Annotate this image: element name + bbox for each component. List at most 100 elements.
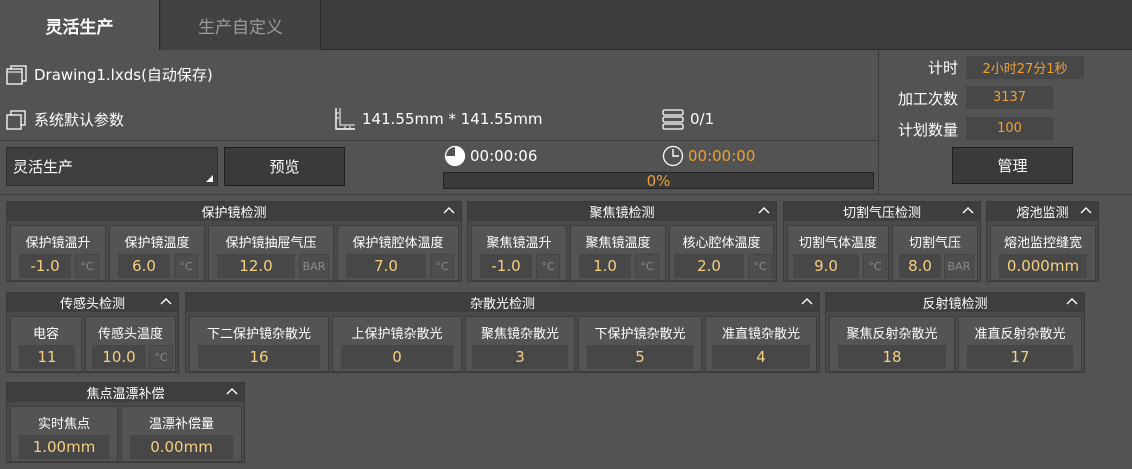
file-icon [6,64,27,85]
metric-value: -1.0 [19,254,71,278]
mode-select[interactable]: 灵活生产 [6,147,218,186]
metric-label: 保护镜温度 [124,236,190,251]
panel-header: 反射镜检测 [826,293,1084,312]
panel-title: 熔池监测 [1016,206,1069,221]
metric-label: 准直反射杂散光 [974,327,1066,342]
metric-unit: °C [174,254,198,278]
file-info: Drawing1.lxds(自动保存) [6,64,213,85]
panel-title: 聚焦镜检测 [589,206,655,221]
divider [0,194,1132,195]
collapse-icon[interactable] [1080,204,1092,216]
metric-cell: 保护镜腔体温度 7.0 °C [337,225,459,281]
metric-value: -1.0 [480,254,532,278]
metric-label: 保护镜腔体温度 [352,236,444,251]
remaining-time: 00:00:00 [688,147,756,165]
metric-value: 10.0 [92,345,146,369]
metric-label: 聚焦反射杂散光 [846,327,938,342]
metric-label: 上保护镜杂散光 [351,327,443,342]
metric-value: 18 [838,345,946,369]
panel-melt-pool: 熔池监测 熔池监控缝宽 0.000mm [986,201,1099,282]
panel-stray-light: 杂散光检测 下二保护镜杂散光 16 上保护镜杂散光 0 聚焦镜杂散光 3 下保护… [185,292,820,373]
metric-cell: 准直反射杂散光 17 [958,316,1082,372]
file-name: Drawing1.lxds(自动保存) [34,66,213,84]
metric-value: 17 [967,345,1073,369]
count-label: 加工次数 [897,90,958,108]
dropdown-arrow-icon [206,175,213,182]
metric-unit: °C [748,254,772,278]
metric-value: 7.0 [346,254,426,278]
metric-unit: °C [863,254,887,278]
metric-cell: 上保护镜杂散光 0 [332,316,462,372]
metric-cell: 下二保护镜杂散光 16 [189,316,329,372]
collapse-icon[interactable] [962,204,974,216]
panel-header: 熔池监测 [987,202,1098,221]
progress-bar: 0% [443,172,874,190]
metric-cell: 熔池监控缝宽 0.000mm [990,225,1096,281]
divider [0,140,878,141]
clock-icon [662,145,684,167]
collapse-icon[interactable] [443,204,455,216]
preview-button[interactable]: 预览 [224,147,345,186]
metric-label: 温漂补偿量 [148,417,214,432]
timer-value: 2小时27分1秒 [966,56,1084,79]
metric-cell: 聚焦镜温升 -1.0 °C [471,225,567,281]
metric-value: 4 [712,345,810,369]
metric-value: 0 [341,345,453,369]
pie-clock-icon [444,145,466,167]
panel-reflector: 反射镜检测 聚焦反射杂散光 18 准直反射杂散光 17 [825,292,1085,373]
metric-cell: 切割气压 8.0 BAR [892,225,978,281]
metric-label: 聚焦镜温升 [486,236,552,251]
metric-cell: 聚焦反射杂散光 18 [829,316,955,372]
panel-focal-drift: 焦点温漂补偿 实时焦点 1.00mm 温漂补偿量 0.00mm [6,382,245,463]
panel-title: 保护镜检测 [201,206,267,221]
metric-value: 6.0 [118,254,170,278]
metric-value: 3 [472,345,568,369]
metric-cell: 传感头温度 10.0 °C [85,316,176,372]
panel-header: 保护镜检测 [7,202,461,221]
metric-unit: °C [536,254,560,278]
metric-unit: °C [430,254,454,278]
metric-label: 电容 [32,327,59,342]
layers-info: 0/1 [662,108,714,130]
tab-production-custom[interactable]: 生产自定义 [161,0,321,50]
tab-flexible-production[interactable]: 灵活生产 [0,0,160,50]
panel-title: 切割气压检测 [842,206,921,221]
metric-label: 下保护镜杂散光 [594,327,686,342]
metric-value: 9.0 [793,254,859,278]
collapse-icon[interactable] [758,204,770,216]
metric-value: 1.00mm [19,435,109,459]
metric-label: 下二保护镜杂散光 [206,327,311,342]
panel-title: 杂散光检测 [469,297,535,312]
metric-label: 切割气压 [908,236,961,251]
metric-label: 保护镜温升 [25,236,91,251]
metric-value: 1.0 [579,254,631,278]
collapse-icon[interactable] [226,385,238,397]
panel-sensor-head: 传感头检测 电容 11 传感头温度 10.0 °C [6,292,179,373]
panel-focus-mirror: 聚焦镜检测 聚焦镜温升 -1.0 °C 聚焦镜温度 1.0 °C 核心腔体温度 … [467,201,777,282]
metric-label: 核心腔体温度 [682,236,761,251]
params-info: 系统默认参数 [6,109,124,130]
collapse-icon[interactable] [160,295,172,307]
manage-button[interactable]: 管理 [952,147,1073,184]
panel-header: 聚焦镜检测 [468,202,776,221]
metric-value: 11 [19,345,75,369]
panel-cutting-gas: 切割气压检测 切割气体温度 9.0 °C 切割气压 8.0 BAR [783,201,981,282]
panel-title: 焦点温漂补偿 [86,387,165,402]
plan-label: 计划数量 [897,121,958,139]
collapse-icon[interactable] [801,295,813,307]
metric-label: 聚焦镜杂散光 [480,327,559,342]
metric-label: 聚焦镜温度 [585,236,651,251]
metric-label: 准直镜杂散光 [721,327,800,342]
count-value: 3137 [966,86,1053,109]
metric-cell: 温漂补偿量 0.00mm [121,406,242,462]
metric-cell: 准直镜杂散光 4 [705,316,817,372]
metric-unit: °C [635,254,659,278]
metric-label: 实时焦点 [37,417,90,432]
panel-header: 焦点温漂补偿 [7,383,244,402]
metric-unit: °C [75,254,99,278]
metric-cell: 实时焦点 1.00mm [10,406,118,462]
collapse-icon[interactable] [1066,295,1078,307]
layers-icon [662,109,684,130]
metric-label: 切割气体温度 [798,236,877,251]
metric-value: 0.00mm [130,435,233,459]
